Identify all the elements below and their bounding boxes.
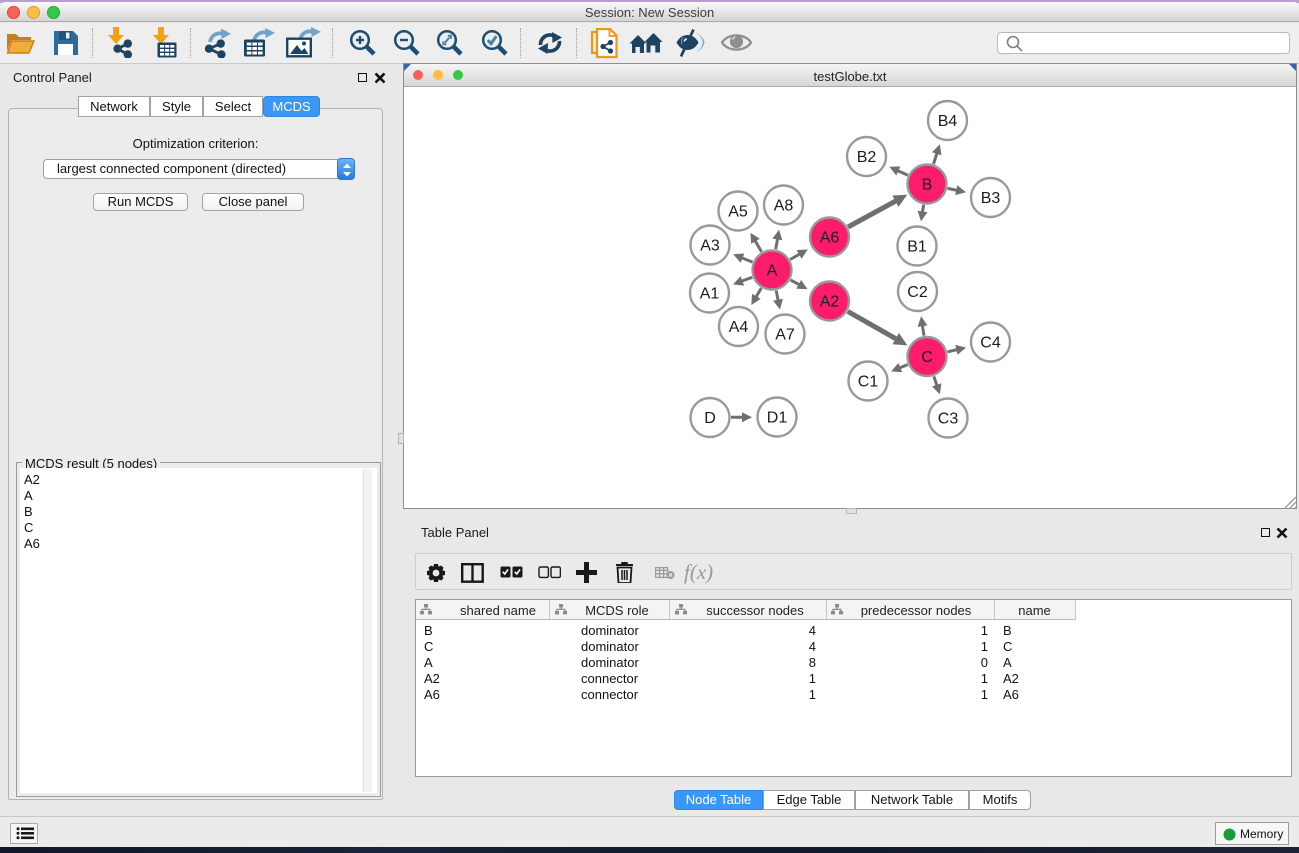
svg-text:B3: B3 — [981, 190, 1001, 207]
svg-text:B2: B2 — [857, 149, 877, 166]
svg-text:C4: C4 — [980, 335, 1001, 352]
svg-text:C: C — [921, 349, 933, 366]
svg-text:B4: B4 — [938, 113, 958, 130]
svg-text:A2: A2 — [820, 294, 840, 311]
svg-text:A7: A7 — [775, 327, 795, 344]
svg-text:C2: C2 — [907, 284, 928, 301]
svg-text:C1: C1 — [858, 374, 879, 391]
svg-text:A3: A3 — [700, 238, 720, 255]
svg-text:A: A — [767, 263, 778, 280]
svg-text:C3: C3 — [938, 411, 959, 428]
svg-text:A8: A8 — [774, 198, 794, 215]
svg-text:A1: A1 — [700, 286, 720, 303]
svg-text:D: D — [704, 410, 716, 427]
svg-text:B: B — [922, 177, 933, 194]
svg-text:A6: A6 — [820, 230, 840, 247]
svg-text:A4: A4 — [729, 319, 749, 336]
svg-text:A5: A5 — [728, 204, 748, 221]
svg-text:B1: B1 — [907, 239, 927, 256]
svg-text:D1: D1 — [767, 410, 788, 427]
